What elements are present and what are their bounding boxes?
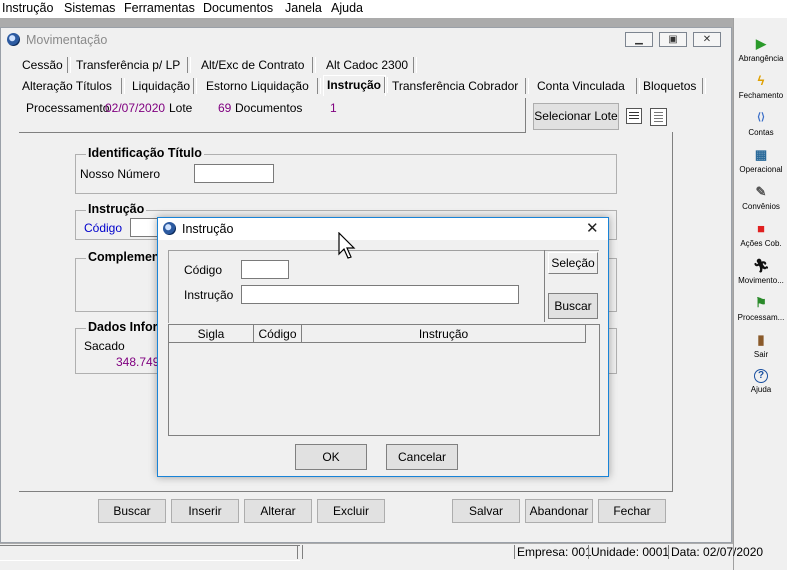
- lote-value: 69: [218, 101, 232, 115]
- menu-documentos[interactable]: Documentos: [203, 1, 273, 15]
- group-identificacao-titulo: Identificação Título Nosso Número: [75, 146, 617, 194]
- dialog-title: Instrução: [182, 222, 234, 236]
- status-splitter[interactable]: [297, 545, 303, 559]
- tab-bloquetos[interactable]: Bloquetos: [640, 77, 706, 95]
- play-green-icon: ▶: [756, 36, 766, 51]
- link-arrows-icon: ⟨⟩: [757, 112, 765, 123]
- dialog-title-bar: Instrução ✕: [158, 218, 608, 240]
- grid-header-instrucao[interactable]: Instrução: [302, 325, 586, 343]
- toolbar-processamento[interactable]: ⚑ Processam...: [734, 295, 787, 322]
- instrucao-grid[interactable]: Sigla Código Instrução: [168, 324, 600, 436]
- cancelar-button[interactable]: Cancelar: [386, 444, 458, 470]
- dialog-instrucao-input[interactable]: [241, 285, 519, 304]
- lightning-icon: ϟ: [757, 73, 765, 88]
- menu-instrucao[interactable]: Instrução: [2, 1, 53, 15]
- selecionar-lote-button[interactable]: Selecionar Lote: [533, 103, 619, 130]
- window-title-bar: Movimentação ▁ ▣ ✕: [1, 28, 731, 52]
- toolbar-contas[interactable]: ⟨⟩ Contas: [734, 110, 787, 137]
- tab-transferencia-cobrador[interactable]: Transferência Cobrador: [389, 77, 529, 95]
- fechar-button[interactable]: Fechar: [598, 499, 666, 523]
- document-check-icon: ✎: [755, 184, 767, 199]
- dialog-close-icon[interactable]: ✕: [586, 219, 599, 237]
- calculator-icon: ▦: [754, 147, 768, 162]
- tab-transferencia-lp[interactable]: Transferência p/ LP: [73, 56, 191, 74]
- dialog-instrucao-label: Instrução: [184, 288, 234, 302]
- buscar-button[interactable]: Buscar: [98, 499, 166, 523]
- inserir-button[interactable]: Inserir: [171, 499, 239, 523]
- dialog-logo-icon: [163, 222, 176, 235]
- instrucao-dialog: Instrução ✕ Código Instrução Seleção Bus…: [157, 217, 609, 477]
- status-empresa: Empresa: 001: [514, 545, 592, 559]
- alterar-button[interactable]: Alterar: [244, 499, 312, 523]
- status-bar: Empresa: 001 Unidade: 0001 Data: 02/07/2…: [0, 544, 763, 570]
- mouse-cursor-icon: [338, 232, 356, 259]
- lote-label: Lote: [169, 101, 193, 115]
- restore-icon[interactable]: ▣: [659, 32, 687, 47]
- flag-icon: ⚑: [755, 295, 767, 310]
- menu-janela[interactable]: Janela: [285, 1, 322, 15]
- status-data: Data: 02/07/2020: [668, 545, 763, 559]
- selecao-tab[interactable]: Seleção: [548, 252, 598, 274]
- grid-header-sigla[interactable]: Sigla: [169, 325, 254, 343]
- report-icon[interactable]: [650, 108, 667, 126]
- grid-header-codigo[interactable]: Código: [254, 325, 302, 343]
- toolbar-sair[interactable]: ▮ Sair: [734, 332, 787, 359]
- tab-instrucao[interactable]: Instrução: [323, 75, 388, 96]
- help-icon: ?: [754, 369, 768, 383]
- status-unidade: Unidade: 0001: [588, 545, 669, 559]
- dialog-buscar-button[interactable]: Buscar: [548, 293, 598, 319]
- abandonar-button[interactable]: Abandonar: [525, 499, 593, 523]
- toolbar-convenios[interactable]: ✎ Convênios: [734, 184, 787, 211]
- sacado-value: 348.749.: [116, 355, 163, 369]
- menu-sistemas[interactable]: Sistemas: [64, 1, 115, 15]
- window-title: Movimentação: [26, 33, 108, 47]
- sacado-label: Sacado: [84, 339, 125, 353]
- menu-ajuda[interactable]: Ajuda: [331, 1, 363, 15]
- exit-door-icon: ▮: [757, 332, 765, 347]
- nosso-numero-input[interactable]: [194, 164, 274, 183]
- group-instrucao-title: Instrução: [86, 202, 147, 216]
- codigo-input[interactable]: [130, 218, 160, 237]
- right-toolbar: ▶ Abrangência ϟ Fechamento ⟨⟩ Contas ▦ O…: [733, 18, 787, 570]
- processamento-label: Processamento: [26, 101, 110, 115]
- tab-conta-vinculada[interactable]: Conta Vinculada: [534, 77, 640, 95]
- tab-alteracao-titulos[interactable]: Alteração Títulos: [19, 77, 125, 95]
- tab-cessao[interactable]: Cessão: [19, 56, 71, 74]
- list-icon[interactable]: [626, 108, 642, 124]
- menu-bar: Instrução Sistemas Ferramentas Documento…: [0, 0, 787, 18]
- salvar-button[interactable]: Salvar: [452, 499, 520, 523]
- toolbar-movimento[interactable]: 🏃︎ Movimento...: [734, 258, 787, 285]
- tab-liquidacao[interactable]: Liquidação: [129, 77, 197, 95]
- tab-alt-cadoc[interactable]: Alt Cadoc 2300: [323, 56, 417, 74]
- documentos-value: 1: [330, 101, 337, 115]
- app-logo-icon: [7, 33, 20, 46]
- running-man-icon: 🏃︎: [753, 258, 770, 273]
- processamento-value: 02/07/2020: [105, 101, 166, 115]
- group-identificacao-title: Identificação Título: [86, 146, 204, 160]
- close-icon[interactable]: ✕: [693, 32, 721, 47]
- toolbar-abrangencia[interactable]: ▶ Abrangência: [734, 36, 787, 63]
- toolbar-ajuda[interactable]: ? Ajuda: [734, 369, 787, 394]
- documentos-label: Documentos: [235, 101, 303, 115]
- minimize-icon[interactable]: ▁: [625, 32, 653, 47]
- menu-ferramentas[interactable]: Ferramentas: [124, 1, 195, 15]
- dialog-codigo-label: Código: [184, 263, 223, 277]
- status-progress-track: [0, 545, 300, 561]
- toolbar-operacional[interactable]: ▦ Operacional: [734, 147, 787, 174]
- toolbar-fechamento[interactable]: ϟ Fechamento: [734, 73, 787, 100]
- dialog-codigo-input[interactable]: [241, 260, 289, 279]
- excluir-button[interactable]: Excluir: [317, 499, 385, 523]
- tab-estorno-liquidacao[interactable]: Estorno Liquidação: [203, 77, 321, 95]
- tab-alt-exc-contrato[interactable]: Alt/Exc de Contrato: [198, 56, 316, 74]
- ok-button[interactable]: OK: [295, 444, 367, 470]
- nosso-numero-label: Nosso Número: [80, 167, 161, 181]
- toolbar-acoes-cob[interactable]: ■ Ações Cob.: [734, 221, 787, 248]
- codigo-label: Código: [84, 221, 123, 235]
- red-square-icon: ■: [757, 221, 765, 236]
